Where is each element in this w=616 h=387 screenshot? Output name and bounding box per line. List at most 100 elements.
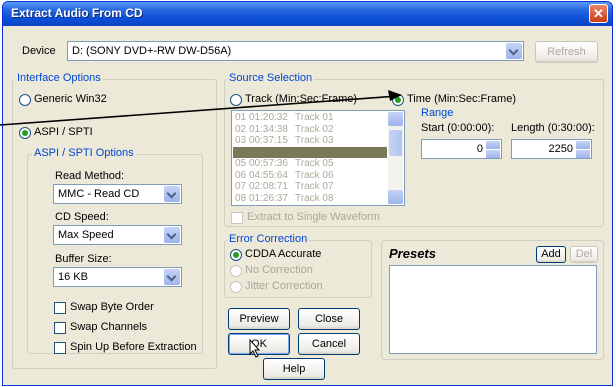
delete-preset-button[interactable]: Del [570,246,598,263]
track-time: 04:55:64 [249,169,288,181]
start-spinner[interactable]: 0 [421,139,502,159]
track-num: 07 [235,181,247,192]
buffer-size-select[interactable]: 16 KB [53,267,182,287]
scroll-down-icon[interactable] [388,190,403,204]
length-spinner[interactable]: 2250 [511,139,592,159]
spin-down-icon[interactable] [486,150,500,158]
track-list-item[interactable]: 07 02:08:71 Track 07 [235,181,351,192]
track-name: Track 05 [295,158,334,169]
chevron-down-icon[interactable] [164,227,180,243]
add-preset-button[interactable]: Add [536,246,566,263]
buffer-size-label: Buffer Size: [55,253,112,265]
window-title: Extract Audio From CD [11,6,143,20]
track-time: 02:08:71 [249,181,288,192]
track-list-item[interactable]: 08 01:26:37 Track 08 [235,193,351,204]
track-list-item[interactable]: 06 04:55:64 Track 06 [235,170,351,181]
no-correction-label: No Correction [245,264,313,276]
interface-options-label: Interface Options [15,72,103,84]
device-value: D: (SONY DVD+-RW DW-D56A) [72,45,232,57]
extract-single-checkbox[interactable] [231,212,243,224]
track-list-item[interactable]: 01 01:20:32 Track 01 [235,112,351,123]
error-correction-label: Error Correction [227,233,310,245]
track-time: 01:26:37 [249,192,288,204]
track-label: Track (Min:Sec:Frame) [245,93,358,105]
track-list-item[interactable]: 02 01:34:38 Track 02 [235,124,351,135]
track-radio[interactable] [230,94,242,106]
track-num: 05 [235,158,247,169]
start-label: Start (0:00:00): [421,122,495,134]
track-time: 01:20:32 [249,112,288,123]
spin-up-icon[interactable] [576,141,590,149]
chevron-down-icon[interactable] [164,269,180,285]
title-bar[interactable]: Extract Audio From CD ✕ [3,2,612,26]
source-selection-label: Source Selection [227,72,315,84]
presets-title: Presets [389,246,436,261]
track-name: Track 08 [295,192,334,204]
track-time: 00:37:15 [249,135,288,146]
track-num: 02 [235,123,247,135]
track-num: 08 [235,192,247,204]
extract-audio-dialog: Extract Audio From CD ✕ Device D: (SONY … [2,1,613,386]
length-value: 2250 [548,143,573,155]
close-button[interactable]: Close [298,308,360,330]
track-name: Track 06 [295,169,334,181]
aspi-label: ASPI / SPTI [34,126,93,138]
refresh-button[interactable]: Refresh [535,41,598,63]
track-num: 06 [235,169,247,181]
track-list-item[interactable]: 05 00:57:36 Track 05 [235,158,351,169]
generic-win32-label: Generic Win32 [34,93,107,105]
read-method-select[interactable]: MMC - Read CD [53,184,182,204]
chevron-down-icon[interactable] [506,43,522,59]
swap-channels-label: Swap Channels [70,321,148,333]
scroll-up-icon[interactable] [388,112,403,126]
track-name: Track 07 [295,181,334,192]
track-name: Track 01 [295,112,334,123]
swap-channels-checkbox[interactable] [54,322,66,334]
scroll-thumb[interactable] [389,130,402,156]
cdda-radio[interactable] [230,249,242,261]
spin-up-label: Spin Up Before Extraction [70,341,197,353]
presets-list[interactable] [389,265,597,354]
track-list-item[interactable]: 03 00:37:15 Track 03 [235,135,351,146]
jitter-radio[interactable] [230,281,242,293]
generic-win32-radio[interactable] [19,94,31,106]
time-radio[interactable] [392,94,404,106]
device-select[interactable]: D: (SONY DVD+-RW DW-D56A) [67,41,524,61]
close-icon[interactable]: ✕ [589,4,608,23]
cdda-label: CDDA Accurate [245,248,322,260]
jitter-label: Jitter Correction [245,280,323,292]
mouse-cursor-icon [249,339,261,358]
track-list[interactable]: 01 01:20:32 Track 01 02 01:34:38 Track 02 03 00… [231,110,405,206]
cd-speed-select[interactable]: Max Speed [53,225,182,245]
device-label: Device [22,45,56,57]
help-button[interactable]: Help [263,358,325,380]
swap-byte-order-checkbox[interactable] [54,302,66,314]
range-label: Range [421,107,454,119]
track-list-item[interactable]: 04 [233,146,387,158]
preview-button[interactable]: Preview [228,308,290,330]
track-time: 01:34:38 [249,123,288,135]
read-method-value: MMC - Read CD [58,188,140,200]
time-label: Time (Min:Sec:Frame) [407,93,516,105]
spin-down-icon[interactable] [576,150,590,158]
track-name: Track 02 [295,123,334,135]
aspi-options-label: ASPI / SPTI Options [32,147,136,159]
buffer-size-value: 16 KB [58,271,88,283]
spin-up-icon[interactable] [486,141,500,149]
cd-speed-label: CD Speed: [55,211,109,223]
track-name: Track 03 [295,135,334,146]
track-time: 00:57:36 [249,158,288,169]
read-method-label: Read Method: [55,170,125,182]
track-list-scrollbar[interactable] [388,112,403,204]
length-label: Length (0:30:00): [511,122,595,134]
spin-up-checkbox[interactable] [54,342,66,354]
extract-single-label: Extract to Single Waveform [247,211,380,223]
aspi-radio[interactable] [19,127,31,139]
cancel-button[interactable]: Cancel [298,333,360,355]
chevron-down-icon[interactable] [164,186,180,202]
cd-speed-value: Max Speed [58,229,114,241]
track-num: 01 [235,112,247,123]
no-correction-radio[interactable] [230,265,242,277]
track-num: 04 [233,146,245,158]
swap-byte-order-label: Swap Byte Order [70,301,154,313]
